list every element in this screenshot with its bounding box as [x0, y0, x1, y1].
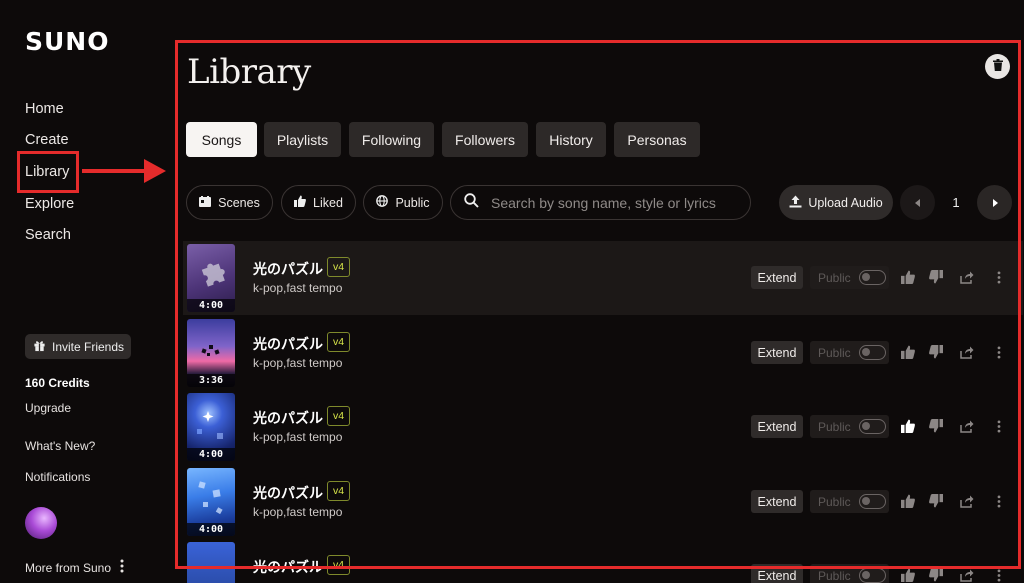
share-icon[interactable]	[959, 567, 975, 583]
toggle-switch[interactable]	[858, 568, 886, 583]
annotation-arrow	[82, 169, 146, 173]
main-area-highlight-box	[175, 40, 1021, 569]
thumbs-up-icon[interactable]	[900, 567, 916, 583]
thumbs-down-icon[interactable]	[928, 567, 944, 583]
public-toggle-label: Public	[818, 568, 851, 583]
kebab-menu-icon[interactable]	[991, 567, 1007, 583]
annotation-arrow-head	[144, 159, 166, 183]
library-highlight-box	[17, 151, 79, 193]
